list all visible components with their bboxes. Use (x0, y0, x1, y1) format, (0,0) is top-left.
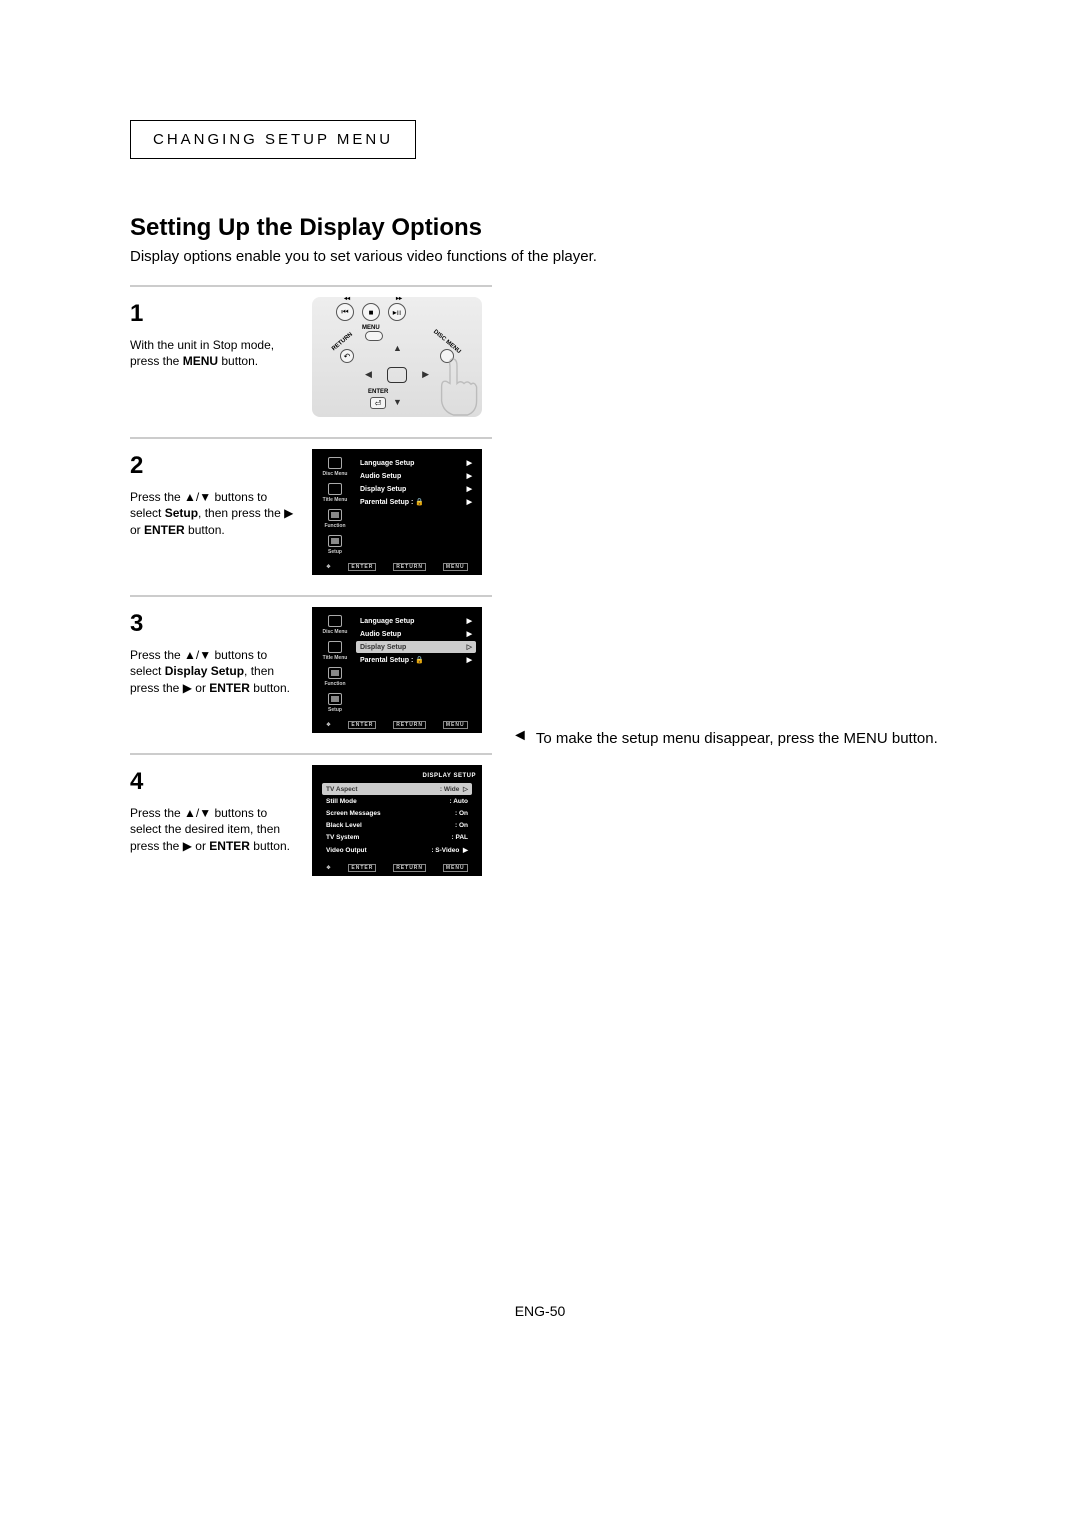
nav-icon: ✥ (326, 564, 331, 570)
step-text: Press the ▲/▼ buttons to select Display … (130, 647, 300, 697)
step-1: 1 With the unit in Stop mode, press the … (130, 285, 492, 437)
onscreen-menu: Disc Menu Title Menu Function Setup Lang… (312, 449, 482, 575)
enter-button-icon: ⏎ (370, 397, 386, 409)
function-icon (328, 509, 342, 521)
onscreen-display-setup: DISPLAY SETUP TV Aspect: Wide ▷ Still Mo… (312, 765, 482, 876)
return-button-icon: ↶ (340, 349, 354, 363)
step-text: Press the ▲/▼ buttons to select the desi… (130, 805, 300, 855)
page-title: Setting Up the Display Options (130, 214, 950, 242)
menu-button-icon (365, 331, 383, 341)
nav-icon: ✥ (326, 722, 331, 728)
step-number: 4 (130, 765, 300, 799)
onscreen-menu: Disc Menu Title Menu Function Setup Lang… (312, 607, 482, 733)
highlighted-row: TV Aspect: Wide ▷ (322, 783, 472, 795)
page-number: ENG-50 (130, 1303, 950, 1319)
step-text: With the unit in Stop mode, press the ME… (130, 337, 300, 371)
setup-icon (328, 693, 342, 705)
title-menu-icon (328, 483, 342, 495)
enter-label: ENTER (368, 389, 388, 395)
dpad-icon: ▲ ▼ ◀ ▶ (367, 345, 427, 405)
remote-illustration: ⏮ ■ ▸ıı ◂◂ ▸▸ MENU RETURN ↶ DISC MENU ▲ (312, 297, 482, 417)
hand-icon (422, 352, 492, 422)
menu-title: DISPLAY SETUP (318, 773, 476, 779)
step-number: 1 (130, 297, 300, 331)
ffw-label: ▸▸ (396, 295, 402, 302)
setup-icon (328, 535, 342, 547)
lock-icon: 🔒 (415, 499, 424, 506)
note-arrow-icon: ◄ (512, 727, 528, 745)
step-number: 3 (130, 607, 300, 641)
play-pause-button-icon: ▸ıı (388, 303, 406, 321)
nav-icon: ✥ (326, 865, 331, 871)
disc-menu-icon (328, 615, 342, 627)
section-header: CHANGING SETUP MENU (130, 120, 416, 159)
step-4: 4 Press the ▲/▼ buttons to select the de… (130, 753, 492, 903)
step-3: 3 Press the ▲/▼ buttons to select Displa… (130, 595, 492, 753)
disc-menu-icon (328, 457, 342, 469)
step-2: 2 Press the ▲/▼ buttons to select Setup,… (130, 437, 492, 595)
highlighted-row: Display Setup▷ (356, 641, 476, 653)
lock-icon: 🔒 (415, 657, 424, 664)
stop-button-icon: ■ (362, 303, 380, 321)
title-menu-icon (328, 641, 342, 653)
function-icon (328, 667, 342, 679)
page-subtitle: Display options enable you to set variou… (130, 248, 950, 265)
step-text: Press the ▲/▼ buttons to select Setup, t… (130, 489, 300, 539)
step-number: 2 (130, 449, 300, 483)
note: ◄ To make the setup menu disappear, pres… (512, 729, 938, 749)
note-text: To make the setup menu disappear, press … (536, 729, 938, 749)
rew-label: ◂◂ (344, 295, 350, 302)
prev-button-icon: ⏮ (336, 303, 354, 321)
